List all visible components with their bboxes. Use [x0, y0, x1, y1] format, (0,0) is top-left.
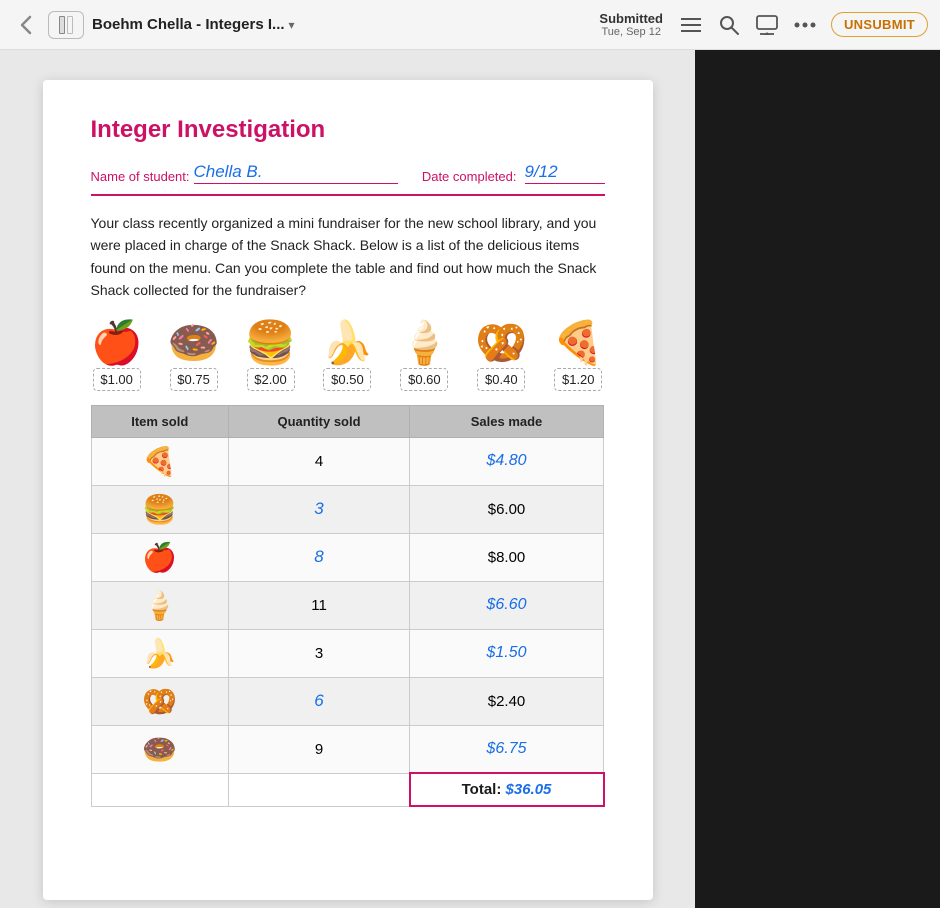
qty-cell: 3 [229, 629, 410, 677]
col-header-item: Item sold [91, 405, 229, 437]
doc-title: Boehm Chella - Integers I... [92, 16, 285, 33]
item-cell: 🍎 [91, 533, 229, 581]
food-item-burger: 🍔 $2.00 [244, 322, 296, 391]
submitted-area: Submitted Tue, Sep 12 [599, 11, 663, 38]
search-icon[interactable] [717, 13, 741, 37]
food-icons-row: 🍎 $1.00 🍩 $0.75 🍔 $2.00 🍌 $0.50 🍦 $0.60 [91, 322, 605, 391]
student-label: Name of student: [91, 169, 190, 184]
panel-toggle-button[interactable] [48, 11, 84, 39]
submitted-date: Tue, Sep 12 [601, 26, 661, 38]
apple-price: $1.00 [93, 368, 141, 391]
sales-cell: $6.75 [410, 725, 604, 773]
date-label: Date completed: [422, 169, 517, 184]
qty-cell: 11 [229, 581, 410, 629]
pretzel-emoji: 🥨 [475, 322, 527, 364]
submitted-label: Submitted [599, 11, 663, 26]
food-item-icecream: 🍦 $0.60 [398, 322, 450, 391]
sales-cell: $1.50 [410, 629, 604, 677]
toolbar-icons: UNSUBMIT [679, 12, 928, 37]
top-bar: Boehm Chella - Integers I... ▾ Submitted… [0, 0, 940, 50]
qty-cell: 4 [229, 437, 410, 485]
food-item-banana: 🍌 $0.50 [321, 322, 373, 391]
qty-cell: 8 [229, 533, 410, 581]
pizza-emoji: 🍕 [552, 322, 604, 364]
table-row: 🍎 8 $8.00 [91, 533, 604, 581]
donut-emoji: 🍩 [167, 322, 219, 364]
table-row: 🍕 4 $4.80 [91, 437, 604, 485]
food-item-pretzel: 🥨 $0.40 [475, 322, 527, 391]
total-cell: Total: $36.05 [410, 773, 604, 806]
qty-cell: 3 [229, 485, 410, 533]
col-header-qty: Quantity sold [229, 405, 410, 437]
item-cell: 🍔 [91, 485, 229, 533]
date-group: Date completed: 9/12 [422, 162, 605, 184]
date-value: 9/12 [525, 162, 605, 184]
total-value: $36.05 [506, 781, 552, 798]
food-item-donut: 🍩 $0.75 [167, 322, 219, 391]
table-row: 🍌 3 $1.50 [91, 629, 604, 677]
document-title: Integer Investigation [91, 116, 605, 144]
burger-price: $2.00 [247, 368, 295, 391]
icecream-emoji: 🍦 [398, 322, 450, 364]
sales-cell: $6.60 [410, 581, 604, 629]
doc-title-area: Boehm Chella - Integers I... ▾ [92, 16, 583, 33]
dropdown-arrow-icon[interactable]: ▾ [289, 18, 295, 32]
unsubmit-button[interactable]: UNSUBMIT [831, 12, 928, 37]
data-table: Item sold Quantity sold Sales made 🍕 4 $… [91, 405, 605, 808]
table-header-row: Item sold Quantity sold Sales made [91, 405, 604, 437]
total-empty-1 [91, 773, 229, 806]
item-cell: 🍦 [91, 581, 229, 629]
student-value: Chella B. [194, 162, 398, 184]
content-area: Integer Investigation Name of student: C… [0, 50, 695, 908]
sales-cell: $6.00 [410, 485, 604, 533]
burger-emoji: 🍔 [244, 322, 296, 364]
total-empty-2 [229, 773, 410, 806]
list-icon[interactable] [679, 13, 703, 37]
food-item-pizza: 🍕 $1.20 [552, 322, 604, 391]
divider [91, 194, 605, 196]
sales-cell: $8.00 [410, 533, 604, 581]
icecream-price: $0.60 [400, 368, 448, 391]
pizza-price: $1.20 [554, 368, 602, 391]
qty-cell: 9 [229, 725, 410, 773]
donut-price: $0.75 [170, 368, 218, 391]
banana-emoji: 🍌 [321, 322, 373, 364]
table-row: 🍔 3 $6.00 [91, 485, 604, 533]
item-cell: 🍌 [91, 629, 229, 677]
item-cell: 🍩 [91, 725, 229, 773]
table-row: 🍩 9 $6.75 [91, 725, 604, 773]
qty-cell: 6 [229, 677, 410, 725]
col-header-sales: Sales made [410, 405, 604, 437]
table-row: 🥨 6 $2.40 [91, 677, 604, 725]
pretzel-price: $0.40 [477, 368, 525, 391]
item-cell: 🍕 [91, 437, 229, 485]
right-panel [695, 50, 940, 908]
food-item-apple: 🍎 $1.00 [91, 322, 143, 391]
document-page: Integer Investigation Name of student: C… [43, 80, 653, 900]
student-row: Name of student: Chella B. Date complete… [91, 162, 605, 184]
banana-price: $0.50 [323, 368, 371, 391]
airplay-icon[interactable] [755, 13, 779, 37]
apple-emoji: 🍎 [91, 322, 143, 364]
more-icon[interactable] [793, 13, 817, 37]
description-text: Your class recently organized a mini fun… [91, 212, 605, 302]
back-button[interactable] [12, 11, 40, 39]
sales-cell: $4.80 [410, 437, 604, 485]
item-cell: 🥨 [91, 677, 229, 725]
total-row: Total: $36.05 [91, 773, 604, 806]
table-row: 🍦 11 $6.60 [91, 581, 604, 629]
total-label: Total: [462, 781, 502, 798]
sales-cell: $2.40 [410, 677, 604, 725]
